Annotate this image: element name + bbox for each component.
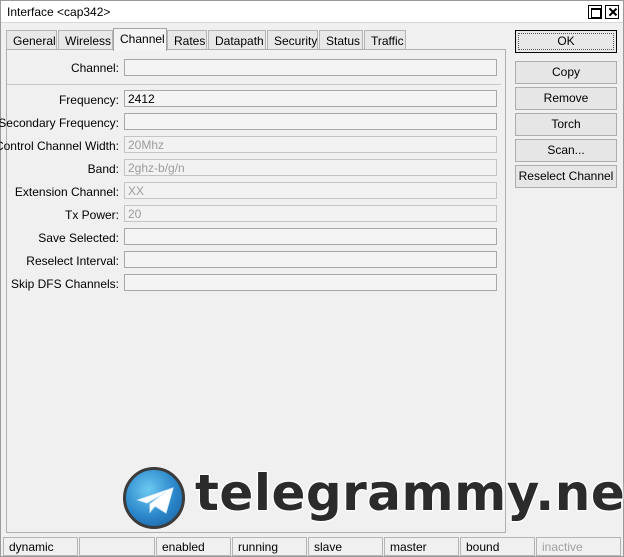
tx-power-label: Tx Power: bbox=[64, 208, 119, 222]
status-dynamic: dynamic bbox=[3, 537, 78, 556]
close-icon[interactable] bbox=[605, 5, 619, 19]
extension-channel-field: XX bbox=[124, 182, 497, 199]
title-bar[interactable]: Interface <cap342> bbox=[1, 1, 623, 23]
ok-button[interactable]: OK bbox=[515, 30, 617, 53]
tab-status[interactable]: Status bbox=[319, 30, 363, 50]
save-selected-label: Save Selected: bbox=[38, 231, 119, 245]
band-label: Band: bbox=[87, 162, 119, 176]
reselect-interval-label: Reselect Interval: bbox=[26, 254, 119, 268]
watermark: telegrammy.net bbox=[119, 463, 624, 532]
band-field: 2ghz-b/g/n bbox=[124, 159, 497, 176]
torch-button[interactable]: Torch bbox=[515, 113, 617, 136]
status-bar: dynamic enabled running slave master bou… bbox=[1, 537, 623, 557]
status-bound: bound bbox=[460, 537, 535, 556]
interface-window: Interface <cap342> General Wireless Chan… bbox=[0, 0, 624, 557]
status-running: running bbox=[232, 537, 307, 556]
tx-power-field: 20 bbox=[124, 205, 497, 222]
secondary-frequency-label: Secondary Frequency: bbox=[0, 116, 119, 130]
status-enabled: enabled bbox=[156, 537, 231, 556]
status-master: master bbox=[384, 537, 459, 556]
tab-security[interactable]: Security bbox=[267, 30, 318, 50]
extension-channel-label: Extension Channel: bbox=[14, 185, 119, 199]
remove-button[interactable]: Remove bbox=[515, 87, 617, 110]
save-selected-field[interactable] bbox=[124, 228, 497, 245]
status-inactive: inactive bbox=[536, 537, 621, 556]
tab-channel[interactable]: Channel bbox=[113, 28, 167, 51]
skip-dfs-channels-field[interactable] bbox=[124, 274, 497, 291]
status-slave: slave bbox=[308, 537, 383, 556]
tab-general[interactable]: General bbox=[6, 30, 57, 50]
frequency-field[interactable]: 2412 bbox=[124, 90, 497, 107]
control-channel-width-label: Control Channel Width: bbox=[0, 139, 119, 153]
secondary-frequency-field[interactable] bbox=[124, 113, 497, 130]
telegram-logo-icon bbox=[123, 467, 185, 529]
tab-wireless[interactable]: Wireless bbox=[58, 30, 113, 50]
form-separator bbox=[7, 84, 501, 85]
tab-rates[interactable]: Rates bbox=[167, 30, 207, 50]
paper-plane-icon bbox=[136, 487, 174, 514]
reselect-interval-field[interactable] bbox=[124, 251, 497, 268]
channel-field[interactable] bbox=[124, 59, 497, 76]
tab-datapath[interactable]: Datapath bbox=[208, 30, 266, 50]
frequency-label: Frequency: bbox=[58, 93, 119, 107]
skip-dfs-channels-label: Skip DFS Channels: bbox=[10, 277, 119, 291]
control-channel-width-field: 20Mhz bbox=[124, 136, 497, 153]
tab-traffic[interactable]: Traffic bbox=[364, 30, 406, 50]
status-empty bbox=[79, 537, 155, 556]
watermark-text: telegrammy.net bbox=[194, 463, 624, 523]
channel-label: Channel: bbox=[70, 61, 119, 75]
reselect-channel-button[interactable]: Reselect Channel bbox=[515, 165, 617, 188]
maximize-icon[interactable] bbox=[588, 5, 602, 19]
scan-button[interactable]: Scan... bbox=[515, 139, 617, 162]
copy-button[interactable]: Copy bbox=[515, 61, 617, 84]
window-title: Interface <cap342> bbox=[7, 5, 111, 19]
